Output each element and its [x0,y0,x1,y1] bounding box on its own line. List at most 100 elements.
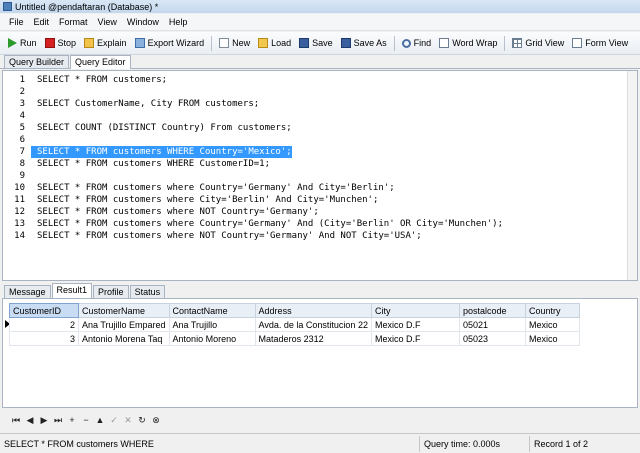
code-line[interactable]: 14 SELECT * FROM customers where NOT Coun… [14,230,627,242]
menu-help[interactable]: Help [164,17,193,27]
export-wizard-button[interactable]: Export Wizard [131,34,209,52]
run-button[interactable]: Run [4,34,41,52]
code-line[interactable]: 8 SELECT * FROM customers WHERE CustomerI… [20,158,627,170]
tab-status[interactable]: Status [129,285,166,298]
column-header[interactable]: Country [524,303,580,318]
code-line[interactable]: 9 [20,170,627,182]
menu-view[interactable]: View [93,17,122,27]
menu-window[interactable]: Window [122,17,164,27]
add-record-icon[interactable]: + [66,414,78,426]
tab-query-builder[interactable]: Query Builder [4,55,70,68]
table-row[interactable]: 3 Antonio Morena Taq Antonio Moreno Matader… [9,331,580,346]
editor-vertical-scrollbar[interactable] [627,71,637,280]
line-number: 4 [19,111,25,121]
code-line-text: SELECT * FROM customers where Country='G… [37,219,503,229]
export-wizard-label: Export Wizard [147,38,205,48]
new-button[interactable]: New [215,34,254,52]
toolbar-separator [211,35,213,51]
toolbar: Run Stop Explain Export Wizard New Load … [0,32,640,55]
table-cell[interactable]: Mataderos 2312 [254,331,372,346]
apply-changes-icon[interactable]: ✓ [108,414,120,426]
code-line[interactable]: 3 SELECT CustomerName, City FROM customer… [20,98,627,110]
new-label: New [232,38,251,48]
table-cell[interactable]: Ana Trujillo [168,317,256,332]
code-line-text: SELECT * FROM customers where City='Berl… [37,195,379,205]
code-line[interactable]: 5 SELECT COUNT (DISTINCT Country) From cu… [20,122,627,134]
move-up-icon[interactable]: ▲ [94,414,106,426]
table-cell[interactable]: 05023 [458,331,526,346]
tab-profile[interactable]: Profile [93,285,129,298]
stop-loading-icon[interactable]: ⊗ [150,414,162,426]
refresh-icon[interactable]: ↻ [136,414,148,426]
code-line-text: SELECT * FROM customers where NOT Countr… [37,231,422,241]
code-line[interactable]: 6 [20,134,627,146]
column-header[interactable]: ContactName [168,303,256,318]
code-line[interactable]: 1 SELECT * FROM customers; [20,74,627,86]
word-wrap-label: Word Wrap [452,38,498,48]
results-grid[interactable]: CustomerID CustomerName ContactName Address… [2,298,638,408]
code-area[interactable]: 1 SELECT * FROM customers; 2 3 SELECT Custom… [14,74,627,242]
table-cell[interactable]: Ana Trujillo Empared [78,317,170,332]
code-line[interactable]: 4 [20,110,627,122]
line-number: 9 [19,171,25,181]
load-button[interactable]: Load [254,34,295,52]
line-number: 5 [19,123,25,133]
menu-edit[interactable]: Edit [29,17,55,27]
explain-button[interactable]: Explain [80,34,131,52]
table-cell[interactable]: 2 [9,317,79,332]
table-cell[interactable]: Mexico D.F [370,317,460,332]
line-number: 1 [19,75,25,85]
column-header[interactable]: Address [254,303,372,318]
column-header[interactable]: CustomerID [9,303,79,318]
delete-record-icon[interactable]: − [80,414,92,426]
last-record-icon[interactable]: ⏭ [52,414,64,426]
load-label: Load [271,38,292,48]
column-header[interactable]: postalcode [458,303,526,318]
line-number: 10 [14,183,25,193]
column-header[interactable]: CustomerName [78,303,170,318]
status-bar: SELECT * FROM customers WHERE Query time… [0,433,640,453]
table-cell[interactable]: Antonio Moreno [168,331,256,346]
prev-record-icon[interactable]: ◀ [24,414,36,426]
grid-icon [512,38,523,48]
tab-message[interactable]: Message [4,285,51,298]
next-record-icon[interactable]: ▶ [38,414,50,426]
table-cell[interactable]: Mexico [524,317,580,332]
grid-view-button[interactable]: Grid View [508,34,568,52]
editor-tab-strip: Query Builder Query Editor [0,55,640,69]
code-line[interactable]: 11 SELECT * FROM customers where City='Be… [14,194,627,206]
word-wrap-button[interactable]: Word Wrap [435,34,501,52]
tab-result1[interactable]: Result1 [51,283,93,298]
save-as-button[interactable]: Save As [337,34,391,52]
form-view-button[interactable]: Form View [568,34,632,52]
table-cell[interactable]: Antonio Morena Taq [78,331,170,346]
cancel-changes-icon[interactable]: ✕ [122,414,134,426]
menu-file[interactable]: File [4,17,29,27]
run-label: Run [20,38,37,48]
title-bar: Untitled @pendaftaran (Database) * [0,0,640,13]
table-cell[interactable]: Avda. de la Constitucion 22 [254,317,372,332]
first-record-icon[interactable]: ⏮ [10,414,22,426]
table-row[interactable]: 2 Ana Trujillo Empared Ana Trujillo Avda. d… [9,317,580,332]
code-line-text: SELECT * FROM customers where NOT Countr… [37,207,319,217]
code-line[interactable]: 2 [20,86,627,98]
result-tab-strip: Message Result1 Profile Status [4,283,636,298]
sql-editor[interactable]: 1 SELECT * FROM customers; 2 3 SELECT Custom… [2,70,638,281]
export-icon [134,38,145,48]
menu-format[interactable]: Format [54,17,93,27]
save-as-icon [340,38,351,48]
table-cell[interactable]: Mexico [524,331,580,346]
line-number: 8 [19,159,25,169]
find-button[interactable]: Find [398,34,436,52]
code-line[interactable]: 13 SELECT * FROM customers where Country=… [14,218,627,230]
code-line[interactable]: 10 SELECT * FROM customers where Country=… [14,182,627,194]
code-line[interactable]: 12 SELECT * FROM customers where NOT Coun… [14,206,627,218]
table-cell[interactable]: 3 [9,331,79,346]
stop-button[interactable]: Stop [41,34,81,52]
tab-query-editor[interactable]: Query Editor [70,55,131,69]
table-cell[interactable]: Mexico D.F [370,331,460,346]
column-header[interactable]: City [370,303,460,318]
table-cell[interactable]: 05021 [458,317,526,332]
save-button[interactable]: Save [295,34,337,52]
code-line[interactable]: 7 SELECT * FROM customers WHERE Country='… [20,146,627,158]
